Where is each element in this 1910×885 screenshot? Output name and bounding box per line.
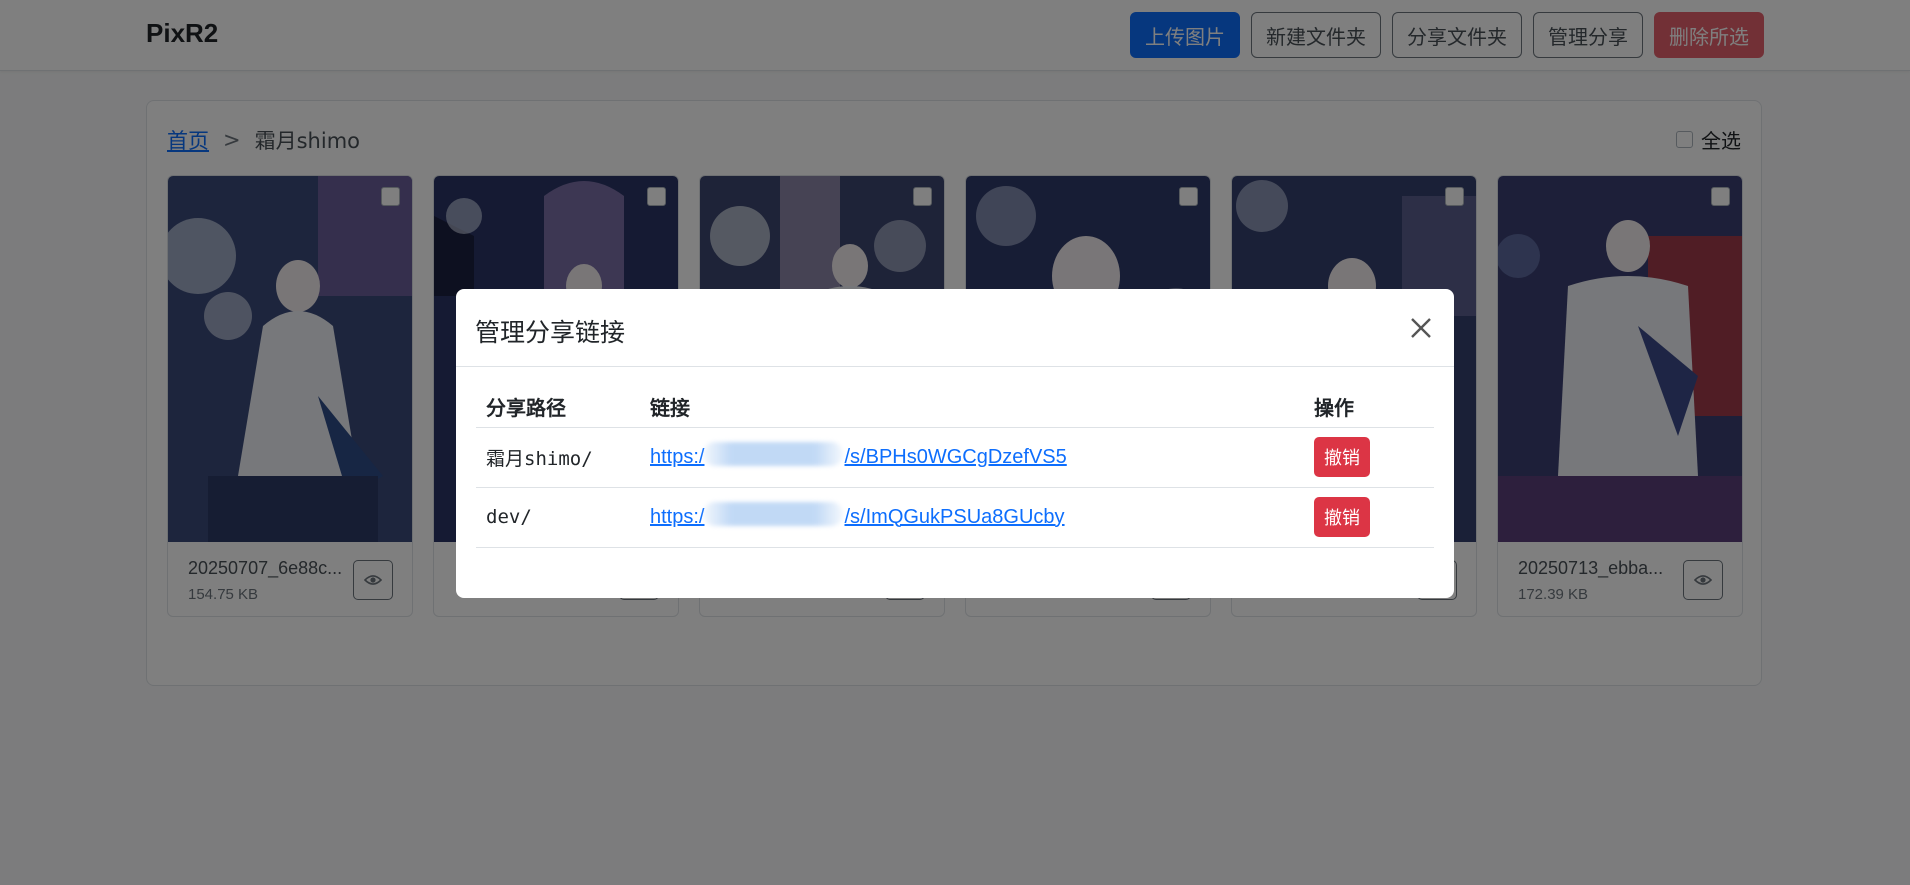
modal-title: 管理分享链接 xyxy=(475,318,626,347)
share-link-prefix: https:/ xyxy=(650,445,705,468)
redaction-blur xyxy=(703,501,843,526)
table-header-row: 分享路径 链接 操作 xyxy=(476,386,1434,428)
share-links-table: 分享路径 链接 操作 霜月shimo/ https:/ /s/BPHs0WGCgD… xyxy=(476,386,1434,548)
table-row: 霜月shimo/ https:/ /s/BPHs0WGCgDzefVS5 撤销 xyxy=(476,427,1434,488)
revoke-button[interactable]: 撤销 xyxy=(1314,437,1370,477)
table-row: dev/ https:/ /s/ImQGukPSUa8GUcby 撤销 xyxy=(476,487,1434,548)
share-link-cell: https:/ /s/ImQGukPSUa8GUcby xyxy=(640,487,1304,548)
share-link-prefix: https:/ xyxy=(650,505,705,528)
col-header-action: 操作 xyxy=(1304,386,1434,428)
redaction-blur xyxy=(703,441,843,466)
col-header-link: 链接 xyxy=(640,386,1304,428)
action-cell: 撤销 xyxy=(1304,487,1434,548)
modal-header: 管理分享链接 xyxy=(456,289,1454,367)
col-header-path: 分享路径 xyxy=(476,386,640,428)
share-path: dev/ xyxy=(476,487,640,548)
share-link-cell: https:/ /s/BPHs0WGCgDzefVS5 xyxy=(640,427,1304,488)
share-path: 霜月shimo/ xyxy=(476,427,640,488)
manage-share-modal: 管理分享链接 分享路径 链接 操作 霜月shimo/ https:/ /s/BPH… xyxy=(456,289,1454,598)
revoke-button[interactable]: 撤销 xyxy=(1314,497,1370,537)
share-link-suffix: /s/BPHs0WGCgDzefVS5 xyxy=(844,445,1067,468)
modal-close-button[interactable] xyxy=(1406,313,1436,343)
share-link-suffix: /s/ImQGukPSUa8GUcby xyxy=(844,505,1065,528)
close-icon xyxy=(1411,318,1431,338)
action-cell: 撤销 xyxy=(1304,427,1434,488)
